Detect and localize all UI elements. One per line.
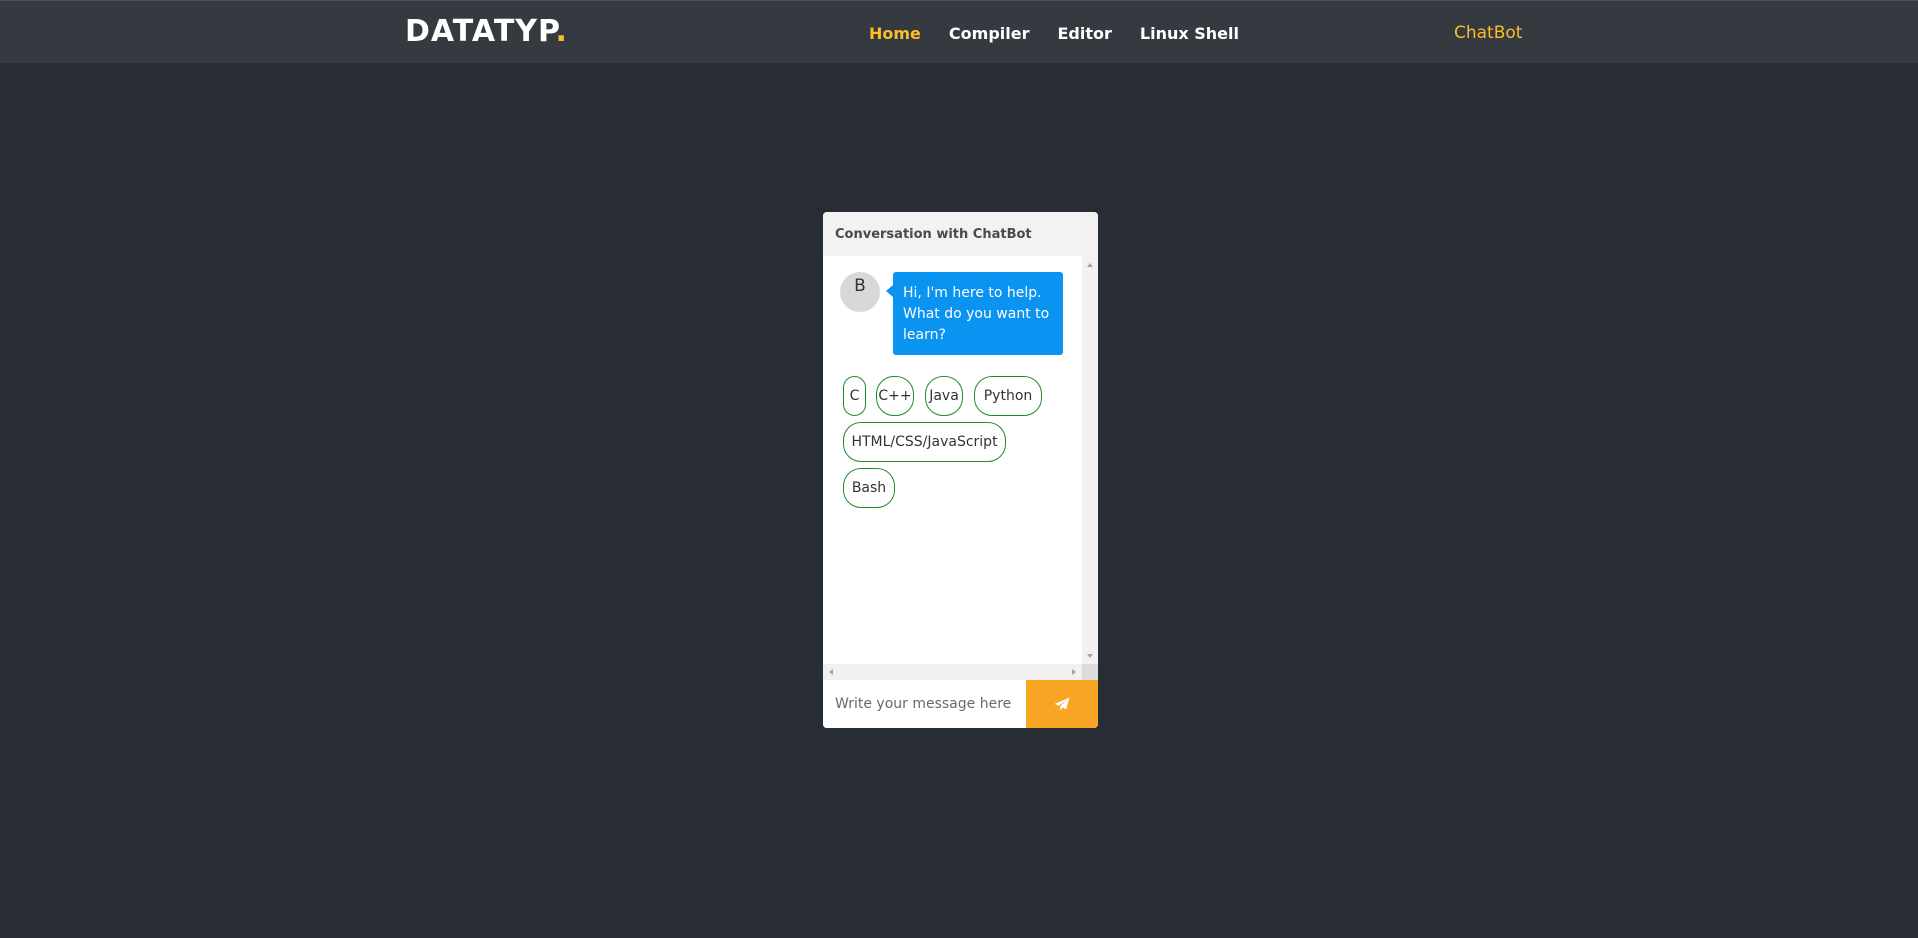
brand-logo[interactable]: DATATYP. xyxy=(405,14,568,49)
nav-linux-shell[interactable]: Linux Shell xyxy=(1140,24,1239,43)
nav-home[interactable]: Home xyxy=(869,24,921,43)
send-button[interactable] xyxy=(1026,680,1098,728)
chat-window: Conversation with ChatBot B Hi, I'm here… xyxy=(823,212,1098,728)
option-python[interactable]: Python xyxy=(974,376,1042,416)
vertical-scrollbar[interactable] xyxy=(1082,256,1098,664)
chat-messages[interactable]: B Hi, I'm here to help. What do you want… xyxy=(823,256,1098,680)
bot-avatar: B xyxy=(840,272,880,312)
scroll-up-icon[interactable] xyxy=(1087,263,1093,267)
scrollbar-corner xyxy=(1082,664,1098,680)
horizontal-scrollbar[interactable] xyxy=(823,664,1082,680)
message-input[interactable] xyxy=(823,680,1026,728)
option-bash[interactable]: Bash xyxy=(843,468,895,508)
scroll-down-icon[interactable] xyxy=(1087,654,1093,658)
top-navbar: DATATYP. Home Compiler Editor Linux Shel… xyxy=(0,0,1918,63)
nav-compiler[interactable]: Compiler xyxy=(949,24,1030,43)
chat-header: Conversation with ChatBot xyxy=(823,212,1098,256)
nav-editor[interactable]: Editor xyxy=(1057,24,1111,43)
scroll-right-icon[interactable] xyxy=(1072,669,1076,675)
bot-message-bubble: Hi, I'm here to help. What do you want t… xyxy=(886,272,1063,355)
option-cpp[interactable]: C++ xyxy=(876,376,914,416)
message-composer xyxy=(823,680,1098,728)
scroll-left-icon[interactable] xyxy=(829,669,833,675)
nav-links: Home Compiler Editor Linux Shell xyxy=(869,24,1239,43)
brand-dot: . xyxy=(555,14,568,49)
option-java[interactable]: Java xyxy=(925,376,963,416)
option-html-css-javascript[interactable]: HTML/CSS/JavaScript xyxy=(843,422,1006,462)
brand-name: DATATYP xyxy=(405,14,556,49)
paper-plane-icon xyxy=(1054,697,1070,711)
option-c[interactable]: C xyxy=(843,376,866,416)
nav-chatbot[interactable]: ChatBot xyxy=(1454,23,1522,43)
